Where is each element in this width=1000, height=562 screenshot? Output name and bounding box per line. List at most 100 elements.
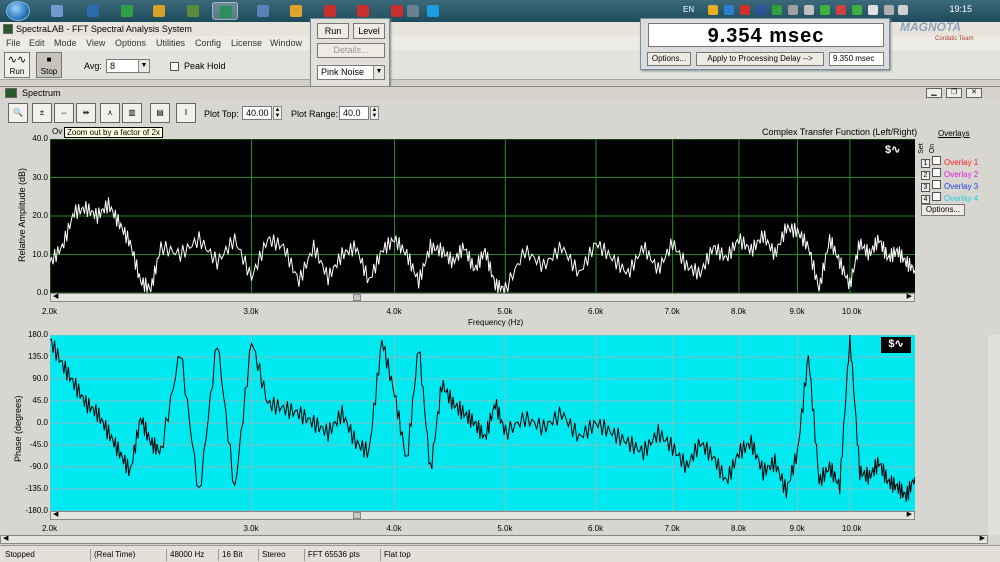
tray-icon[interactable] — [820, 5, 830, 15]
taskbar-app-button[interactable] — [250, 2, 276, 20]
taskbar-app-button[interactable] — [44, 2, 70, 20]
clock[interactable]: 19:15 — [949, 4, 972, 14]
noise-type-select[interactable]: Pink Noise ▼ — [317, 65, 385, 80]
x-tick-label: 5.0k — [497, 307, 513, 316]
overlay-on-checkbox[interactable] — [932, 180, 941, 189]
status-channels: Stereo — [258, 549, 304, 561]
menu-window[interactable]: Window — [270, 36, 302, 50]
y-tick-label: 40.0 — [32, 134, 48, 143]
phase-hscroll[interactable]: ◀ ▶ — [50, 511, 915, 520]
close-button[interactable]: ✕ — [966, 88, 982, 98]
scroll-right-icon[interactable]: ▶ — [907, 292, 912, 300]
spectrum-title: Spectrum — [22, 88, 61, 98]
taskbar-app-button[interactable] — [420, 2, 446, 20]
peak-hold-label: Peak Hold — [184, 61, 226, 71]
scroll-thumb[interactable] — [353, 294, 361, 301]
app-icon — [187, 5, 199, 17]
menu-view[interactable]: View — [86, 36, 105, 50]
start-button[interactable] — [6, 1, 30, 21]
zoom-in-button[interactable]: ± — [32, 103, 52, 123]
tray-icon[interactable] — [740, 5, 750, 15]
taskbar-app-button[interactable] — [114, 2, 140, 20]
tray-icon[interactable] — [788, 5, 798, 15]
x-tick-label: 8.0k — [730, 307, 747, 316]
volume-icon[interactable] — [898, 5, 908, 15]
apply-delay-value[interactable]: 9.350 msec — [829, 52, 884, 66]
peak-hold-checkbox[interactable] — [170, 62, 179, 71]
bluetooth-icon[interactable] — [724, 5, 734, 15]
run-button[interactable]: ∿∿ Run — [4, 52, 30, 78]
avg-label: Avg: — [84, 61, 102, 71]
x-tick-label: 2.0k — [42, 307, 58, 316]
apply-delay-button[interactable]: Apply to Processing Delay --> — [696, 52, 824, 66]
plot-top-spinner[interactable]: ▲ ▼ — [273, 106, 282, 120]
overlay-set-button[interactable]: 4 — [921, 195, 930, 204]
taskbar-app-button[interactable] — [146, 2, 172, 20]
ati-icon[interactable] — [836, 5, 846, 15]
overlay-on-checkbox[interactable] — [932, 168, 941, 177]
stop-button[interactable]: ■ Stop — [36, 52, 62, 78]
scroll-left-icon[interactable]: ◀ — [3, 534, 8, 542]
flag-icon[interactable] — [756, 5, 766, 15]
flag-icon[interactable] — [868, 5, 878, 15]
tray-icon[interactable] — [804, 5, 814, 15]
window-hscroll[interactable]: ◀ ▶ — [0, 535, 988, 544]
restore-button[interactable]: ❐ — [946, 88, 962, 98]
phase-plot[interactable]: $∿ — [50, 335, 915, 511]
scroll-thumb[interactable] — [353, 512, 361, 519]
network-icon[interactable] — [884, 5, 894, 15]
overlay-options-button[interactable]: Options... — [921, 204, 965, 216]
amplitude-hscroll[interactable]: ◀ ▶ — [50, 293, 915, 302]
scale-icon[interactable]: Ⅰ — [176, 103, 196, 123]
menu-license[interactable]: License — [231, 36, 262, 50]
menu-config[interactable]: Config — [195, 36, 221, 50]
overlay-on-checkbox[interactable] — [932, 156, 941, 165]
delay-options-button[interactable]: Options... — [647, 52, 691, 66]
overlay-set-button[interactable]: 2 — [921, 171, 930, 180]
taskbar-app-button[interactable] — [212, 2, 238, 20]
zoom-icon[interactable]: 🔍 — [8, 103, 28, 123]
app-title: SpectraLAB - FFT Spectral Analysis Syste… — [16, 24, 192, 34]
gen-level-button[interactable]: Level — [353, 23, 385, 39]
zoom-full-button[interactable]: ⇹ — [76, 103, 96, 123]
menu-utilities[interactable]: Utilities — [156, 36, 185, 50]
table-icon[interactable]: ▤ — [150, 103, 170, 123]
y-tick-label: 10.0 — [32, 249, 48, 259]
app-icon — [51, 5, 63, 17]
plot-range-input[interactable]: 40.0 — [339, 106, 369, 120]
menu-file[interactable]: File — [6, 36, 21, 50]
language-indicator[interactable]: EN — [683, 5, 694, 14]
peak-marker-icon[interactable]: ⋏ — [100, 103, 120, 123]
chart-mode-icon[interactable]: $∿ — [885, 143, 911, 157]
transfer-function-label: Complex Transfer Function (Left/Right) — [762, 127, 918, 137]
menu-edit[interactable]: Edit — [29, 36, 45, 50]
plot-range-spinner[interactable]: ▲ ▼ — [370, 106, 379, 120]
taskbar-app-button[interactable] — [283, 2, 309, 20]
window-vscroll[interactable] — [988, 335, 1000, 535]
chart-mode-icon[interactable]: $∿ — [881, 337, 911, 353]
overlay-on-checkbox[interactable] — [932, 192, 941, 201]
scroll-left-icon[interactable]: ◀ — [53, 510, 58, 518]
tray-icon[interactable] — [708, 5, 718, 15]
scroll-right-icon[interactable]: ▶ — [980, 534, 985, 542]
amplitude-plot[interactable]: $∿ — [50, 139, 915, 293]
menu-options[interactable]: Options — [115, 36, 146, 50]
scroll-right-icon[interactable]: ▶ — [907, 510, 912, 518]
minimize-button[interactable]: ▁ — [926, 88, 942, 98]
menu-mode[interactable]: Mode — [54, 36, 77, 50]
zoom-out-button[interactable]: ⇔ — [54, 103, 74, 123]
overlay-set-button[interactable]: 3 — [921, 183, 930, 192]
gen-details-button[interactable]: Details... — [317, 43, 385, 58]
spectrum-window: Spectrum ▁ ❐ ✕ 🔍 ± ⇔ ⇹ ⋏ ▥ ▤ Ⅰ Plot Top:… — [0, 86, 1000, 544]
tray-icon[interactable] — [852, 5, 862, 15]
overlay-set-button[interactable]: 1 — [921, 159, 930, 168]
taskbar-app-button[interactable] — [180, 2, 206, 20]
bar-graph-icon[interactable]: ▥ — [122, 103, 142, 123]
tray-icon[interactable] — [772, 5, 782, 15]
plot-top-input[interactable]: 40.00 — [242, 106, 272, 120]
amplitude-chart-svg — [50, 139, 915, 293]
scroll-left-icon[interactable]: ◀ — [53, 292, 58, 300]
avg-select[interactable]: 8 ▼ — [106, 59, 150, 73]
taskbar-app-button[interactable] — [80, 2, 106, 20]
gen-run-button[interactable]: Run — [317, 23, 349, 39]
